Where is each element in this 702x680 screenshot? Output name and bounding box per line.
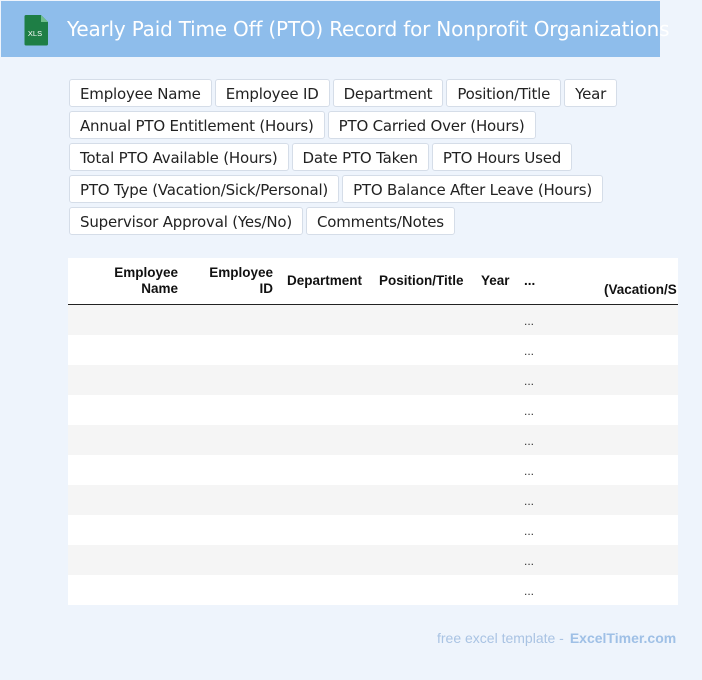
field-chip-employee-id[interactable]: Employee ID [214,79,330,107]
chip-row: Annual PTO Entitlement (Hours) PTO Carri… [69,111,629,139]
table-row[interactable]: ... [68,575,678,605]
table-cell-ellipsis: ... [524,344,535,358]
column-header-label: Employee [209,265,273,280]
footer-text: free excel template - [437,630,564,646]
table-cell-ellipsis: ... [524,314,535,328]
table-row[interactable]: ... [68,485,678,515]
page: XLS Yearly Paid Time Off (PTO) Record fo… [0,0,702,680]
field-chip-comments[interactable]: Comments/Notes [306,207,455,235]
table-row[interactable]: ... [68,515,678,545]
table-row[interactable]: ... [68,545,678,575]
column-header-label: ID [259,281,274,296]
table-row[interactable]: ... [68,455,678,485]
table-cell-ellipsis: ... [524,434,535,448]
table-cell-ellipsis: ... [524,494,535,508]
column-header-employee-id[interactable]: Employee ID [192,258,273,304]
column-header-pto-type[interactable]: (Vacation/S [604,282,677,297]
table-cell-ellipsis: ... [524,584,535,598]
chip-row: Employee Name Employee ID Department Pos… [69,79,629,107]
excel-file-icon: XLS [24,15,48,46]
column-header-label: Name [141,281,178,296]
table-header: Employee Name Employee ID Department Posit… [68,258,678,305]
field-chip-year[interactable]: Year [564,79,618,107]
chip-row: PTO Type (Vacation/Sick/Personal) PTO Ba… [69,175,629,203]
footer: free excel template - ExcelTimer.com [437,630,676,646]
table-row[interactable]: ... [68,335,678,365]
field-chip-list: Employee Name Employee ID Department Pos… [69,79,629,239]
field-chip-department[interactable]: Department [332,79,444,107]
field-chip-pto-hours-used[interactable]: PTO Hours Used [431,143,573,171]
column-header-position-title[interactable]: Position/Title [379,258,464,304]
field-chip-position-title[interactable]: Position/Title [446,79,562,107]
table-body: .............................. [68,305,678,605]
field-chip-pto-type[interactable]: PTO Type (Vacation/Sick/Personal) [69,175,340,203]
chip-row: Supervisor Approval (Yes/No) Comments/No… [69,207,629,235]
svg-text:XLS: XLS [28,29,42,38]
column-header-year[interactable]: Year [481,258,510,304]
pto-table: Employee Name Employee ID Department Posit… [68,258,678,605]
field-chip-date-pto-taken[interactable]: Date PTO Taken [291,143,429,171]
column-header-label: Employee [114,265,178,280]
table-cell-ellipsis: ... [524,464,535,478]
table-row[interactable]: ... [68,365,678,395]
field-chip-supervisor-approval[interactable]: Supervisor Approval (Yes/No) [69,207,304,235]
title-banner: XLS Yearly Paid Time Off (PTO) Record fo… [1,1,670,57]
field-chip-total-pto[interactable]: Total PTO Available (Hours) [69,143,289,171]
table-row[interactable]: ... [68,395,678,425]
table-cell-ellipsis: ... [524,524,535,538]
table-row[interactable]: ... [68,305,678,335]
field-chip-pto-carried-over[interactable]: PTO Carried Over (Hours) [327,111,536,139]
field-chip-annual-pto[interactable]: Annual PTO Entitlement (Hours) [69,111,325,139]
field-chip-employee-name[interactable]: Employee Name [69,79,212,107]
column-header-more[interactable]: ... [524,258,535,304]
table-row[interactable]: ... [68,425,678,455]
table-cell-ellipsis: ... [524,404,535,418]
table-cell-ellipsis: ... [524,554,535,568]
field-chip-pto-balance[interactable]: PTO Balance After Leave (Hours) [342,175,604,203]
table-cell-ellipsis: ... [524,374,535,388]
chip-row: Total PTO Available (Hours) Date PTO Tak… [69,143,629,171]
column-header-department[interactable]: Department [287,258,362,304]
brand-link[interactable]: ExcelTimer.com [570,630,676,646]
column-header-employee-name[interactable]: Employee Name [98,258,178,304]
page-title: Yearly Paid Time Off (PTO) Record for No… [67,17,670,41]
